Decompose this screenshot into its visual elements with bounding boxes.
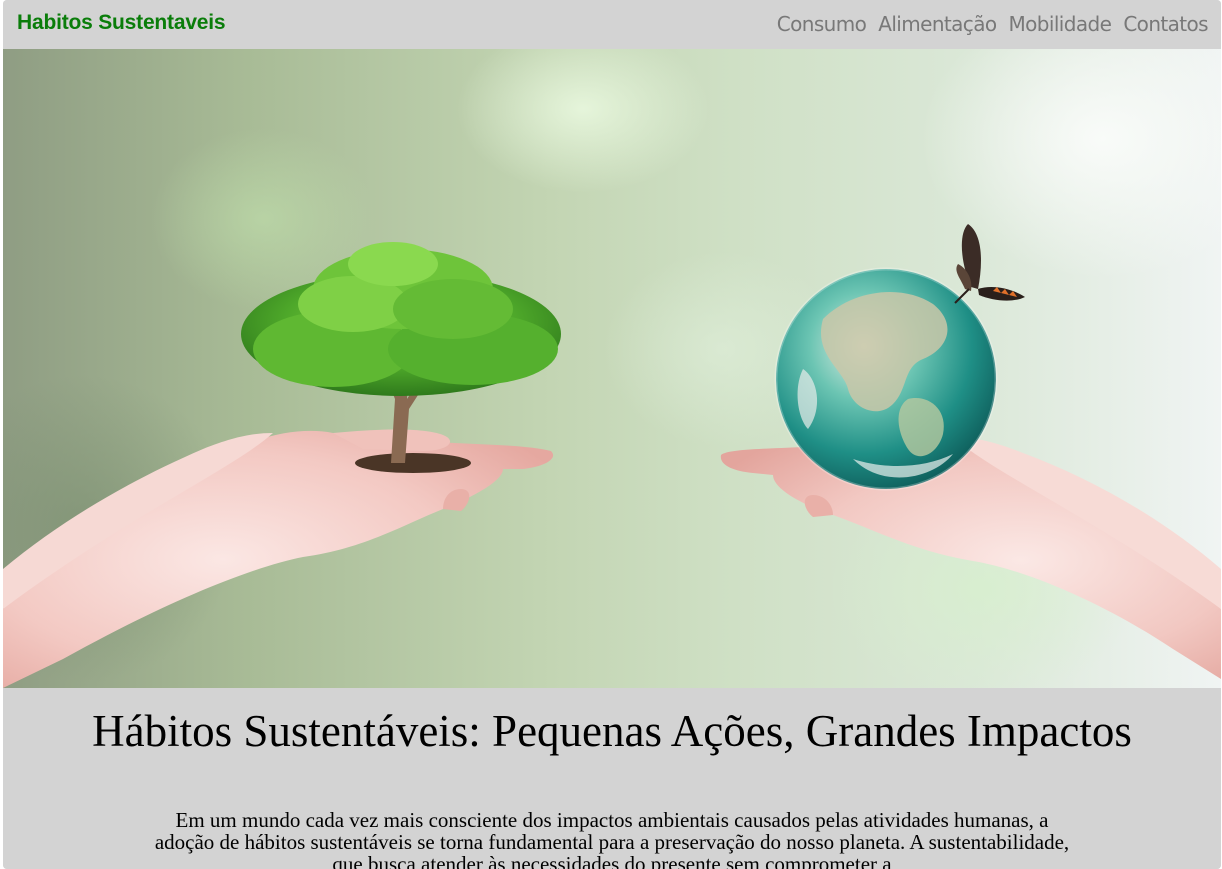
- nav-link-contatos[interactable]: Contatos: [1123, 12, 1208, 36]
- tree: [241, 242, 561, 463]
- left-hand: [3, 429, 554, 688]
- nav-link-alimentacao[interactable]: Alimentação: [878, 12, 997, 36]
- right-hand: [720, 437, 1221, 679]
- intro-section: Hábitos Sustentáveis: Pequenas Ações, Gr…: [3, 688, 1221, 869]
- hands-tree-earth-illustration: [3, 224, 1221, 688]
- nav-link-mobilidade[interactable]: Mobilidade: [1009, 12, 1112, 36]
- butterfly: [954, 224, 1025, 304]
- globe: [774, 267, 998, 491]
- top-navbar: Habitos Sustentaveis Consumo Alimentação…: [3, 0, 1221, 49]
- soil: [355, 453, 471, 473]
- brand-link[interactable]: Habitos Sustentaveis: [17, 11, 226, 35]
- page-headline: Hábitos Sustentáveis: Pequenas Ações, Gr…: [92, 706, 1132, 756]
- nav-links: Consumo Alimentação Mobilidade Contatos: [777, 12, 1209, 36]
- page: Habitos Sustentaveis Consumo Alimentação…: [3, 0, 1221, 869]
- intro-paragraph: Em um mundo cada vez mais consciente dos…: [154, 808, 1070, 869]
- hero-image: [3, 49, 1221, 688]
- nav-link-consumo[interactable]: Consumo: [777, 12, 867, 36]
